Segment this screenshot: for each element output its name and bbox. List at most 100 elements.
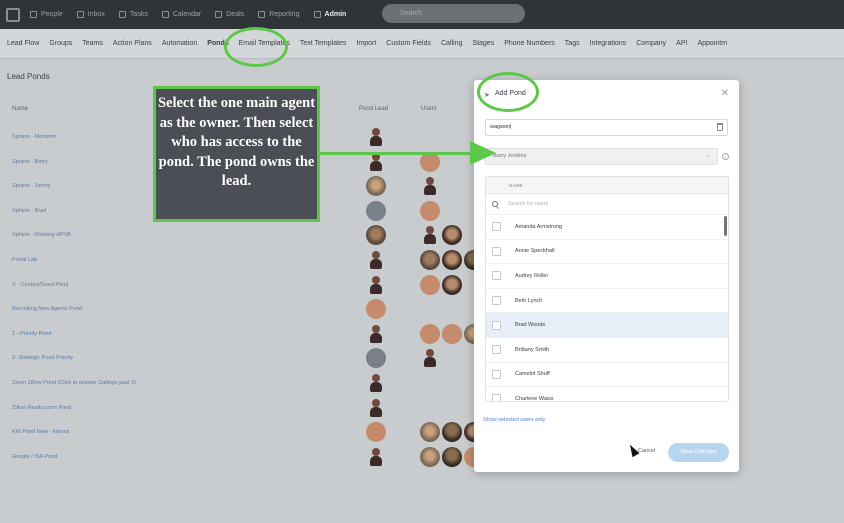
pond-name-link[interactable]: Sphere - Working HPVA bbox=[12, 232, 71, 238]
user-avatar bbox=[442, 225, 462, 246]
pond-name-input[interactable]: wagwon| bbox=[485, 119, 728, 136]
pond-name-link[interactable]: Google / ISA Pond bbox=[12, 454, 57, 460]
user-list-item[interactable]: Beth Lynch bbox=[486, 289, 728, 314]
pond-name-link[interactable]: Sphere - Morderm bbox=[12, 134, 57, 140]
user-avatar bbox=[442, 250, 462, 270]
user-checkbox[interactable] bbox=[492, 271, 501, 281]
top-nav-item-admin[interactable]: Admin bbox=[313, 11, 346, 18]
pond-name-link[interactable]: X - Contact/Seed Pond bbox=[12, 282, 68, 288]
calendar-icon bbox=[161, 11, 169, 18]
subtab-groups[interactable]: Groups bbox=[49, 40, 72, 47]
subtab-tags[interactable]: Tags bbox=[565, 40, 580, 47]
subtab-automation[interactable]: Automation bbox=[162, 40, 197, 47]
top-search-input[interactable]: Search bbox=[382, 4, 525, 23]
subtab-api[interactable]: API bbox=[676, 40, 687, 47]
pond-name-link[interactable]: Sphere - Brad bbox=[12, 208, 46, 214]
users-list-scrollbar[interactable] bbox=[724, 216, 727, 236]
user-name: Annie Speckhalt bbox=[515, 248, 555, 255]
user-list-item[interactable]: Brad Woods bbox=[486, 313, 728, 338]
subtab-calling[interactable]: Calling bbox=[441, 40, 462, 47]
user-checkbox[interactable] bbox=[492, 246, 501, 256]
pond-lead-avatar bbox=[366, 225, 386, 246]
user-list-item[interactable]: Charlene Waiss bbox=[486, 387, 728, 401]
user-name: Brad Woods bbox=[515, 322, 546, 329]
user-avatar bbox=[420, 323, 440, 344]
pond-name-link[interactable]: KW Pond New - Interns bbox=[12, 429, 69, 435]
user-avatar bbox=[420, 348, 440, 368]
subtab-phone-numbers[interactable]: Phone Numbers bbox=[504, 40, 555, 47]
user-checkbox[interactable] bbox=[492, 222, 501, 232]
close-icon[interactable]: ✕ bbox=[721, 88, 729, 99]
pond-name-link[interactable]: Recruiting New Agents Pond bbox=[12, 306, 82, 312]
subtab-import[interactable]: Import bbox=[356, 40, 376, 47]
ponds-tab-highlight-ring bbox=[224, 27, 288, 67]
subtab-stages[interactable]: Stages bbox=[472, 40, 494, 47]
pond-name-link[interactable]: Zoom Zillow Pond (Click to answer Callin… bbox=[12, 380, 136, 386]
pond-users bbox=[420, 348, 440, 368]
admin-subtabs: Lead Flow Groups Teams Action Plans Automati… bbox=[0, 29, 844, 59]
subtab-company[interactable]: Company bbox=[636, 40, 666, 47]
pond-lead-avatar bbox=[366, 200, 386, 221]
user-list-item[interactable]: Camelot Shuff bbox=[486, 363, 728, 388]
pond-lead-avatar bbox=[366, 324, 386, 344]
pond-users bbox=[420, 176, 440, 196]
owner-select[interactable]: Barry Jenkins ⌄ bbox=[485, 148, 718, 165]
top-nav-item-reporting[interactable]: Reporting bbox=[258, 11, 300, 18]
user-checkbox[interactable] bbox=[492, 345, 501, 355]
subtab-text-templates[interactable]: Text Templates bbox=[300, 40, 347, 47]
column-header-pond-lead: Pond Lead bbox=[359, 106, 389, 112]
subtab-integrations[interactable]: Integrations bbox=[590, 40, 627, 47]
pond-lead-avatar bbox=[366, 127, 386, 147]
user-name: Audrey Roller bbox=[515, 272, 549, 279]
pond-lead-avatar bbox=[366, 398, 386, 418]
user-checkbox[interactable] bbox=[492, 296, 501, 306]
top-nav-item-calendar[interactable]: Calendar bbox=[161, 11, 201, 18]
subtab-lead-flow[interactable]: Lead Flow bbox=[7, 40, 39, 47]
pond-name-value: wagwon| bbox=[490, 124, 512, 130]
pond-name-link[interactable]: Portal Lab bbox=[12, 257, 37, 263]
show-selected-users-link[interactable]: Show selected users only bbox=[483, 417, 545, 423]
user-list-item[interactable]: Audrey Roller bbox=[486, 264, 728, 289]
trash-icon[interactable] bbox=[717, 123, 723, 131]
deals-icon bbox=[215, 11, 223, 18]
save-changes-button[interactable]: Save Changes bbox=[668, 443, 729, 462]
user-name: Beth Lynch bbox=[515, 297, 543, 304]
subtab-teams[interactable]: Teams bbox=[82, 40, 103, 47]
top-nav-item-inbox[interactable]: Inbox bbox=[76, 11, 105, 18]
cancel-button[interactable]: Cancel bbox=[638, 448, 655, 454]
subtab-action-plans[interactable]: Action Plans bbox=[113, 40, 152, 47]
user-name: Brittany Smith bbox=[515, 346, 550, 353]
inbox-icon bbox=[76, 11, 84, 18]
home-logo-icon[interactable] bbox=[6, 7, 20, 22]
annotation-arrow-head bbox=[470, 141, 496, 165]
user-list-item[interactable]: Annie Speckhalt bbox=[486, 240, 728, 265]
pond-name-link[interactable]: Sphere - Jimmy bbox=[12, 183, 51, 189]
user-avatar bbox=[420, 446, 440, 467]
user-avatar bbox=[442, 274, 462, 295]
user-avatar bbox=[420, 250, 440, 270]
subtab-custom-fields[interactable]: Custom Fields bbox=[386, 40, 431, 47]
user-avatar bbox=[420, 200, 440, 221]
user-avatar bbox=[442, 422, 462, 443]
pond-name-link[interactable]: Zillow Realtor.com Pond bbox=[12, 405, 71, 411]
pond-name-link[interactable]: Sphere - Barry bbox=[12, 159, 48, 165]
pond-name-link[interactable]: 1 - Priority Pond bbox=[12, 331, 51, 337]
top-nav-item-tasks[interactable]: Tasks bbox=[118, 11, 148, 18]
user-list-item[interactable]: Amanda Armstrong bbox=[486, 215, 728, 240]
top-nav-bar: People Inbox Tasks Calendar Deals Reporting Ad… bbox=[0, 0, 844, 29]
pond-lead-avatar bbox=[366, 176, 386, 197]
page-title: Lead Ponds bbox=[7, 72, 50, 81]
user-checkbox[interactable] bbox=[492, 320, 501, 330]
column-header-users: Users bbox=[421, 106, 437, 112]
info-icon[interactable]: i bbox=[722, 153, 729, 160]
pond-lead-avatar bbox=[366, 275, 386, 295]
pond-name-link[interactable]: 2- Strategic Pond Priority bbox=[12, 355, 73, 361]
top-nav-item-deals[interactable]: Deals bbox=[215, 11, 244, 18]
top-nav-item-people[interactable]: People bbox=[30, 11, 63, 18]
people-icon bbox=[30, 11, 37, 18]
users-search-input[interactable]: Search for users bbox=[486, 194, 728, 215]
user-list-item[interactable]: Brittany Smith bbox=[486, 338, 728, 363]
user-checkbox[interactable] bbox=[492, 369, 501, 379]
user-checkbox[interactable] bbox=[492, 394, 501, 401]
subtab-appointm[interactable]: Appointm bbox=[697, 40, 727, 47]
